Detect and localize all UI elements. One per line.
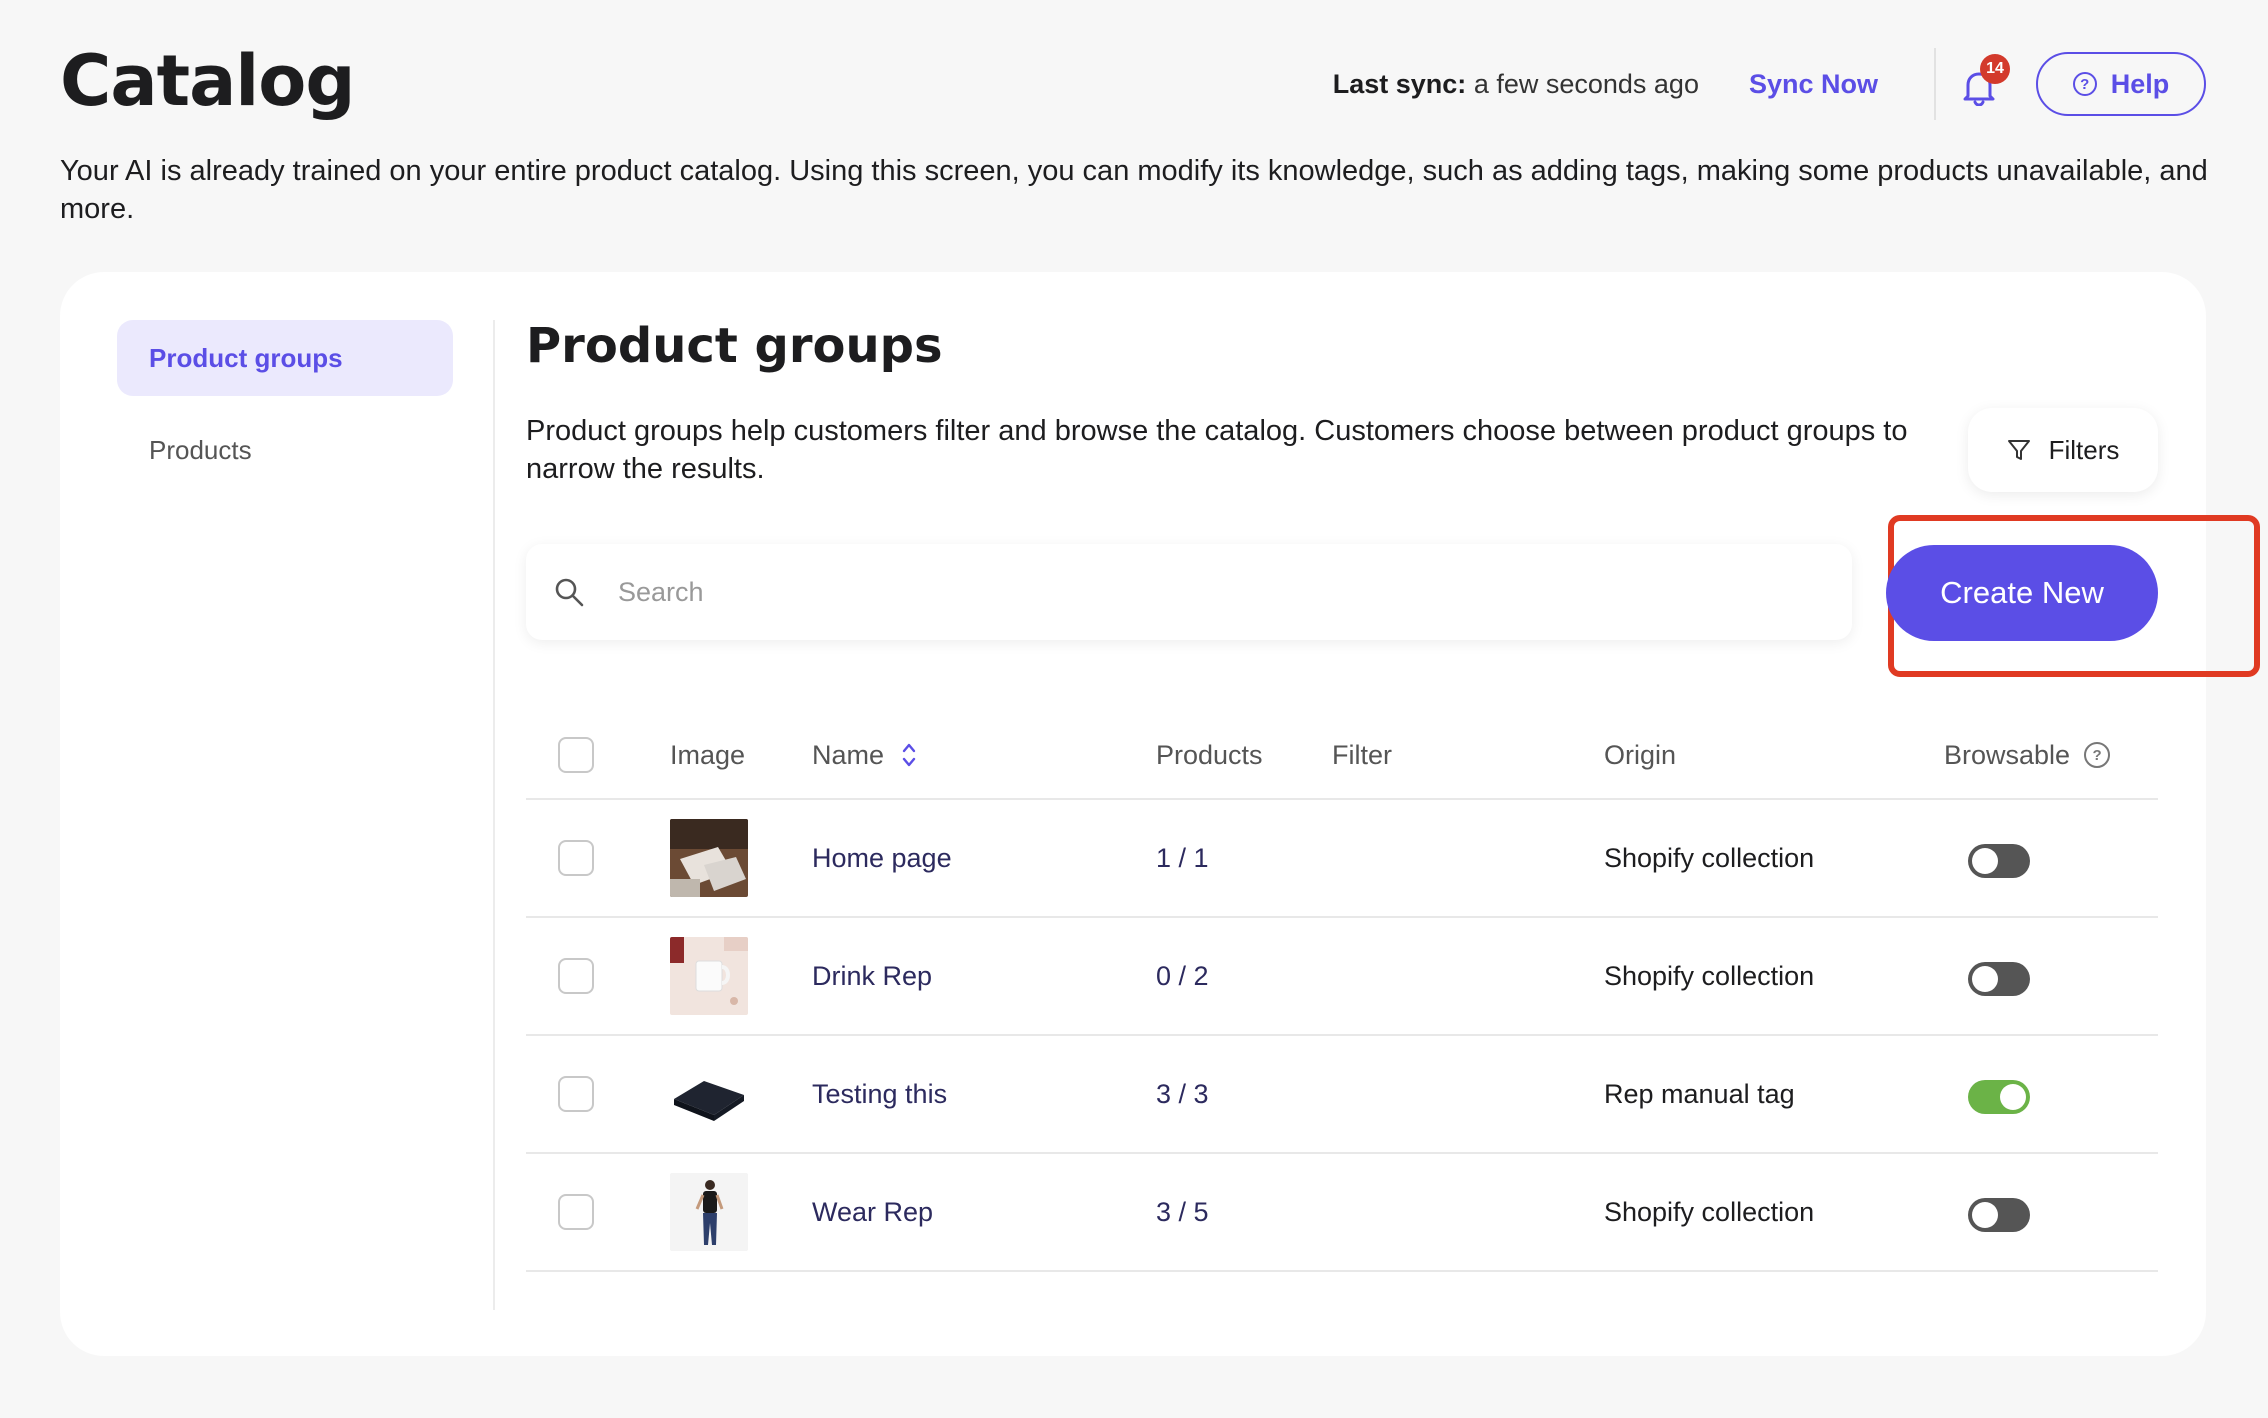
row-image-cell [670,918,748,1034]
create-new-button[interactable]: Create New [1886,545,2158,641]
nav-item-products[interactable]: Products [117,412,453,488]
browsable-toggle[interactable] [1968,962,2030,996]
product-groups-table: Image Name Products Filter Origin Browsa… [526,712,2158,1272]
catalog-card: Product groups Products Product groups P… [60,272,2260,1356]
row-name-link[interactable]: Home page [812,800,952,916]
header-actions: Last sync: a few seconds ago Sync Now 14… [1333,48,2206,120]
intro-text: Your AI is already trained on your entir… [60,155,2208,225]
browsable-toggle[interactable] [1968,1080,2030,1114]
row-checkbox-cell [558,1036,594,1152]
column-name-label: Name [812,739,885,770]
sync-now-button[interactable]: Sync Now [1749,69,1878,100]
filters-button[interactable]: Filters [1968,408,2158,492]
last-sync-status: Last sync: a few seconds ago [1333,69,1699,100]
notification-badge: 14 [1980,54,2010,84]
column-name[interactable]: Name [812,712,916,798]
toggle-knob [1972,848,1998,874]
row-checkbox-cell [558,1154,594,1270]
search-input[interactable] [618,576,1768,608]
toggle-knob [1972,1202,1998,1228]
browsable-toggle[interactable] [1968,844,2030,878]
select-all-checkbox[interactable] [558,737,594,773]
row-image-cell [670,800,748,916]
table-row: Home page 1 / 1 Shopify collection [526,800,2158,918]
column-origin: Origin [1604,739,1677,770]
column-products: Products [1156,739,1263,770]
search-icon [555,578,584,607]
row-image-cell [670,1036,748,1152]
row-name-link[interactable]: Wear Rep [812,1154,933,1270]
section-description: Product groups help customers filter and… [526,415,1908,485]
column-image: Image [670,739,746,770]
row-name-link[interactable]: Testing this [812,1036,947,1152]
search-box [526,544,1852,640]
help-circle-icon: ? [2072,72,2097,96]
table-header: Image Name Products Filter Origin Browsa… [526,712,2158,800]
help-label: Help [2110,68,2170,99]
info-icon[interactable]: ? [2084,742,2111,768]
toggle-knob [2000,1084,2026,1110]
column-browsable-label: Browsable [1944,739,2071,770]
row-checkbox-cell [558,800,594,916]
column-filter: Filter [1332,739,1392,770]
table-row: Testing this 3 / 3 Rep manual tag [526,1036,2158,1154]
row-origin: Shopify collection [1604,1196,1815,1227]
row-products-count: 1 / 1 [1156,842,1209,873]
row-origin: Rep manual tag [1604,1078,1795,1109]
last-sync-label: Last sync: [1332,68,1467,99]
row-origin: Shopify collection [1604,960,1815,991]
row-checkbox[interactable] [558,1194,594,1230]
header-checkbox-cell [558,712,594,798]
table-row: Drink Rep 0 / 2 Shopify collection [526,918,2158,1036]
product-groups-section: Product groups Product groups help custo… [526,272,2260,1356]
nav-item-product-groups[interactable]: Product groups [117,320,453,396]
filters-label: Filters [2048,434,2120,465]
catalog-page: Catalog Last sync: a few seconds ago Syn… [0,0,2268,1418]
table-row: Wear Rep 3 / 5 Shopify collection [526,1154,2158,1272]
row-image-cell [670,1154,748,1270]
column-browsable: Browsable ? [1944,712,2111,798]
header-divider [1934,48,1936,120]
row-checkbox-cell [558,918,594,1034]
wallet-photo-icon [670,1055,748,1133]
filter-funnel-icon [2007,440,2030,460]
model-photo-icon [670,1173,748,1251]
mug-photo-icon [670,937,748,1015]
row-checkbox[interactable] [558,1076,594,1112]
row-products-count: 0 / 2 [1156,960,1209,991]
row-name-link[interactable]: Drink Rep [812,918,932,1034]
page-title: Catalog [60,40,355,122]
toggle-knob [1972,966,1998,992]
notifications-button[interactable]: 14 [1958,54,2010,108]
section-title: Product groups [526,318,943,374]
row-checkbox[interactable] [558,840,594,876]
row-products-count: 3 / 5 [1156,1196,1209,1227]
pillows-photo-icon [670,819,748,897]
row-products-count: 3 / 3 [1156,1078,1209,1109]
browsable-toggle[interactable] [1968,1198,2030,1232]
sort-icon [902,743,916,767]
side-nav: Product groups Products [117,320,453,504]
row-origin: Shopify collection [1604,842,1815,873]
row-checkbox[interactable] [558,958,594,994]
help-button[interactable]: ? Help [2036,52,2206,116]
nav-divider [493,320,495,1310]
last-sync-value: a few seconds ago [1473,68,1699,99]
